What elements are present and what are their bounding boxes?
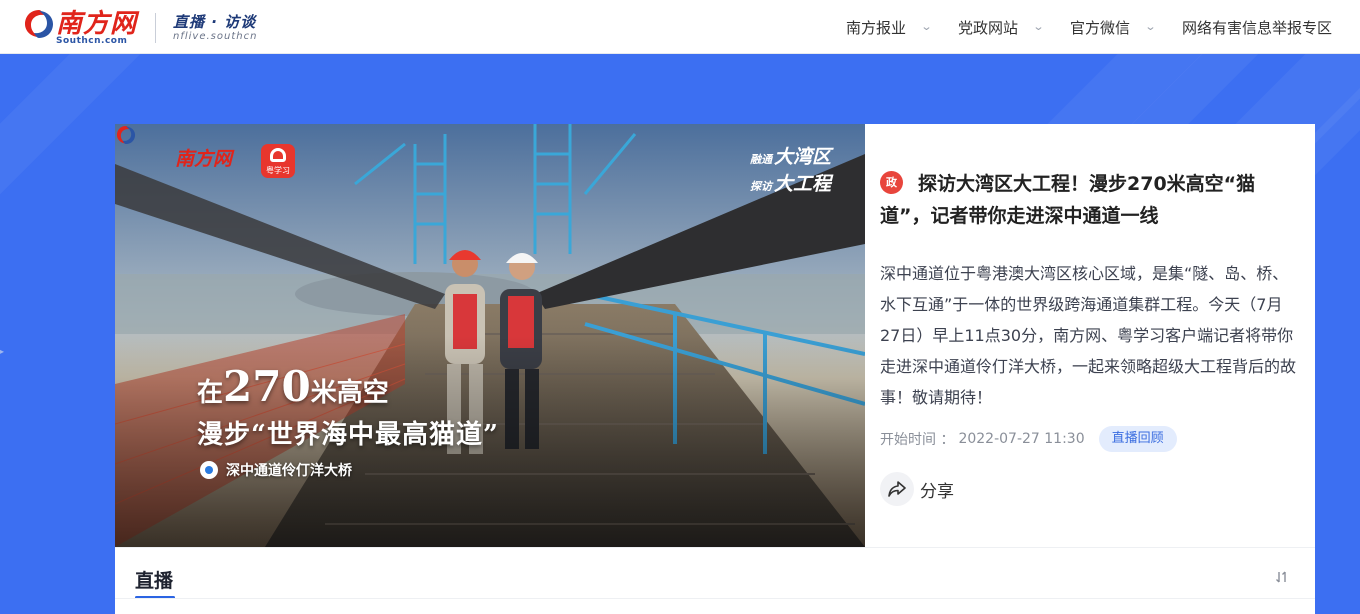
live-info-panel: 政 探访大湾区大工程！漫步270米高空“猫 道”，记者带你走进深中通道一线 深中… bbox=[880, 124, 1300, 547]
share-icon bbox=[880, 472, 914, 506]
yuexuexi-app-icon: 粤学习 bbox=[261, 144, 295, 178]
top-nav: 南方报业 ⌄ 党政网站 ⌄ 官方微信 ⌄ 网络有害信息举报专区 bbox=[820, 0, 1332, 54]
nav-item-wechat[interactable]: 官方微信 ⌄ bbox=[1069, 17, 1157, 38]
location-pin-icon bbox=[200, 461, 218, 479]
live-meta: 开始时间 ： 2022-07-27 11:30 直播回顾 bbox=[880, 426, 1177, 452]
cover-headline-2: 漫步“世界海中最高猫道” bbox=[197, 420, 499, 450]
cover-logo-text: 南方网 bbox=[175, 148, 233, 170]
chevron-down-icon: ⌄ bbox=[920, 20, 933, 33]
nav-item-dangzheng[interactable]: 党政网站 ⌄ bbox=[957, 17, 1045, 38]
tab-live[interactable]: 直播 bbox=[135, 566, 173, 593]
live-cover-image[interactable]: 南方网 粤学习 融通 大湾区 探访 大工程 在270米高空 漫步“世界海中最高猫道”… bbox=[115, 124, 865, 547]
live-description: 深中通道位于粤港澳大湾区核心区域，是集“隧、岛、桥、水下互通”于一体的世界级跨海… bbox=[880, 264, 1297, 407]
cover-location: 深中通道伶仃洋大桥 bbox=[200, 460, 352, 480]
top-header: 南方网 Southcn.com 直播 · 访谈 nflive.southcn 南… bbox=[0, 0, 1360, 54]
chevron-down-icon: ⌄ bbox=[1032, 20, 1045, 33]
logo-domain: Southcn.com bbox=[56, 36, 128, 46]
nav-item-report[interactable]: 网络有害信息举报专区 bbox=[1182, 17, 1332, 38]
replay-badge[interactable]: 直播回顾 bbox=[1098, 426, 1177, 452]
nav-item-label: 网络有害信息举报专区 bbox=[1181, 18, 1332, 37]
live-list-panel: 直播 bbox=[115, 547, 1315, 614]
sort-icon[interactable] bbox=[1275, 570, 1289, 584]
southcn-logo[interactable]: 南方网 Southcn.com bbox=[22, 5, 137, 49]
panel-divider bbox=[115, 598, 1315, 599]
channel-domain: nflive.southcn bbox=[173, 31, 258, 42]
channel-title: 直播 · 访谈 bbox=[173, 13, 257, 31]
collapse-handle-icon[interactable]: ▸ bbox=[0, 347, 6, 361]
nav-item-label: 官方微信 bbox=[1069, 18, 1130, 37]
nav-item-label: 党政网站 bbox=[957, 18, 1018, 37]
share-button[interactable]: 分享 bbox=[880, 472, 954, 506]
government-tag-icon: 政 bbox=[880, 171, 903, 194]
cover-headline-1: 在270米高空 bbox=[197, 362, 389, 411]
start-time-value: 2022-07-27 11:30 bbox=[958, 431, 1085, 447]
start-time-label: 开始时间 ： bbox=[880, 432, 955, 448]
live-title-row[interactable]: 政 探访大湾区大工程！漫步270米高空“猫 道”，记者带你走进深中通道一线 bbox=[880, 168, 1300, 232]
live-title: 探访大湾区大工程！漫步270米高空“猫 道”，记者带你走进深中通道一线 bbox=[880, 173, 1256, 227]
feature-card: 南方网 粤学习 融通 大湾区 探访 大工程 在270米高空 漫步“世界海中最高猫道”… bbox=[115, 124, 1315, 547]
header-divider bbox=[155, 13, 156, 43]
share-label: 分享 bbox=[920, 481, 954, 502]
logo-text: 南方网 bbox=[56, 9, 138, 39]
app-label: 粤学习 bbox=[266, 166, 290, 175]
chevron-down-icon: ⌄ bbox=[1144, 20, 1157, 33]
cover-logo-swirl-icon bbox=[116, 125, 136, 145]
logo-swirl-icon bbox=[25, 10, 53, 38]
nav-item-label: 南方报业 bbox=[845, 18, 906, 37]
cover-campaign-title: 融通 大湾区 探访 大工程 bbox=[749, 146, 831, 195]
nav-item-nanfang-baoye[interactable]: 南方报业 ⌄ bbox=[845, 17, 933, 38]
